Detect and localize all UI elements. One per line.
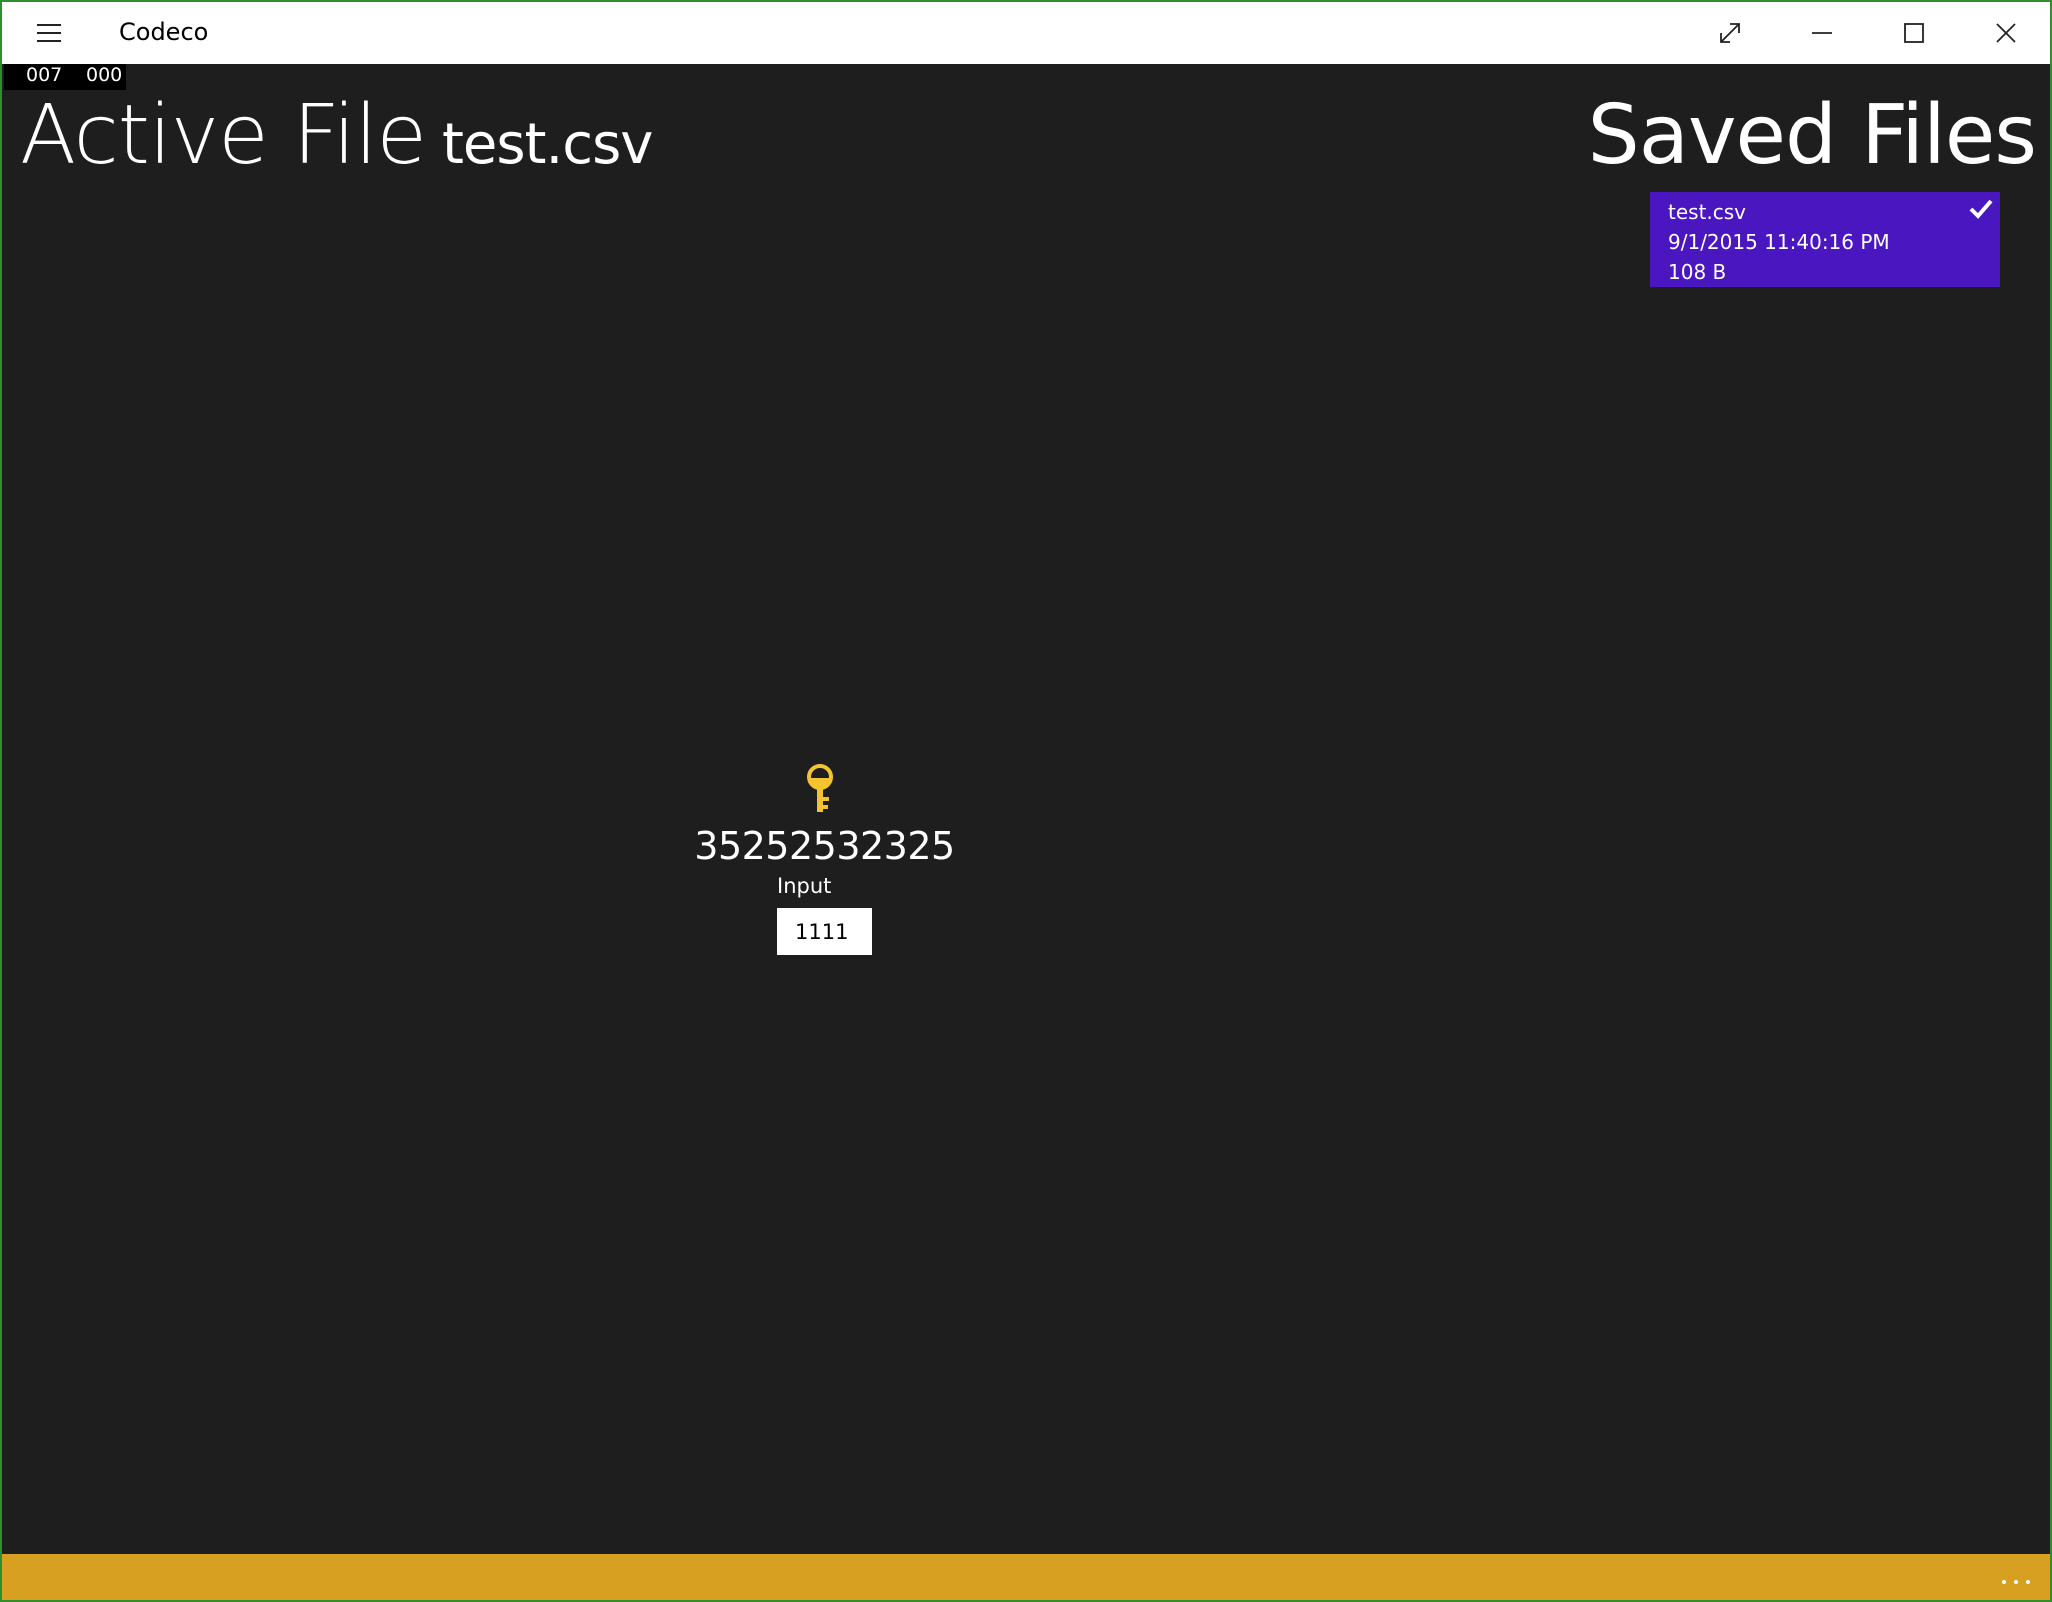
code-value: 35252532325 xyxy=(694,824,955,868)
app-title: Codeco xyxy=(119,18,209,46)
saved-file-item[interactable]: test.csv 9/1/2015 11:40:16 PM 108 B xyxy=(1650,192,2000,287)
maximize-icon[interactable] xyxy=(1868,2,1960,64)
app-window: Codeco 007 000 Active File test.csv Save… xyxy=(0,0,2052,1602)
resize-icon[interactable] xyxy=(1684,2,1776,64)
hamburger-icon[interactable] xyxy=(32,18,66,48)
minimize-icon[interactable] xyxy=(1776,2,1868,64)
saved-file-date: 9/1/2015 11:40:16 PM xyxy=(1668,230,1890,254)
close-icon[interactable] xyxy=(1960,2,2050,64)
more-icon[interactable] xyxy=(1996,1566,2036,1590)
counter-right: 000 xyxy=(86,64,123,86)
saved-files-title: Saved Files xyxy=(1587,88,2037,183)
counter-left: 007 xyxy=(26,64,63,86)
checkmark-icon xyxy=(1969,199,1993,219)
title-bar: Codeco xyxy=(2,2,2050,64)
frame-counters: 007 000 xyxy=(4,64,126,90)
active-file-label: Active File xyxy=(20,88,427,183)
active-file-name: test.csv xyxy=(441,112,653,177)
input-label: Input xyxy=(777,874,832,898)
saved-file-name: test.csv xyxy=(1668,200,1747,224)
saved-file-size: 108 B xyxy=(1668,260,1727,284)
key-icon xyxy=(807,764,833,812)
bottom-app-bar xyxy=(2,1554,2050,1600)
active-file-header: Active File test.csv xyxy=(20,88,653,183)
code-input[interactable] xyxy=(777,908,872,955)
